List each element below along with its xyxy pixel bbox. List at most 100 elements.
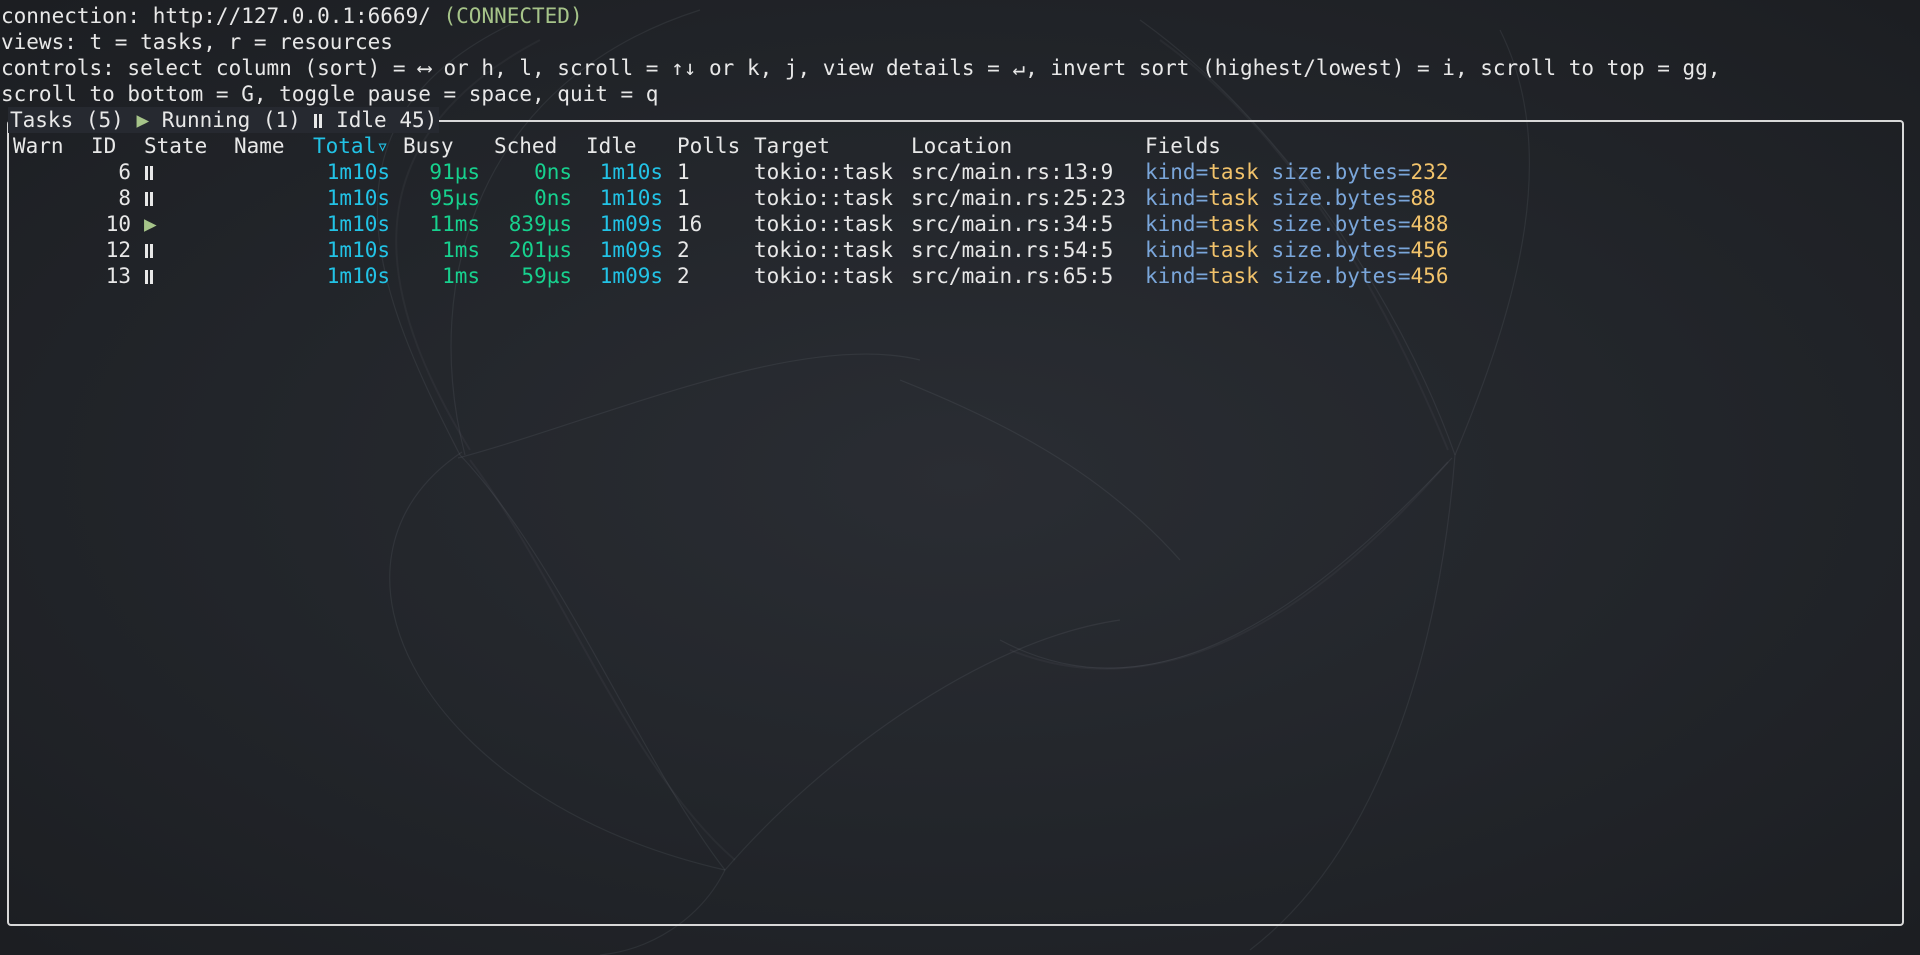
task-busy: 11ms xyxy=(429,212,480,236)
col-state[interactable]: State xyxy=(144,133,207,159)
field-kind-value: task xyxy=(1208,264,1259,288)
task-sched: 201µs xyxy=(508,238,572,262)
col-target[interactable]: Target xyxy=(754,133,830,159)
task-target: tokio::task xyxy=(754,212,894,236)
task-location: src/main.rs:34:5 xyxy=(911,212,1114,236)
running-state-icon: ▶ xyxy=(144,212,157,236)
connection-status: (CONNECTED) xyxy=(443,4,583,28)
field-kind-value: task xyxy=(1208,160,1259,184)
task-fields: kind=task size.bytes=488 xyxy=(1145,211,1448,237)
paused-state-icon xyxy=(144,270,154,284)
task-polls: 1 xyxy=(677,186,690,210)
task-total: 1m10s xyxy=(326,264,390,288)
views-line: views: t = tasks, r = resources xyxy=(1,30,393,54)
task-sched: 59µs xyxy=(521,264,572,288)
col-name[interactable]: Name xyxy=(234,133,285,159)
field-size-key: size.bytes= xyxy=(1271,264,1411,288)
field-kind-key: kind= xyxy=(1145,212,1209,236)
task-id: 8 xyxy=(118,186,131,210)
task-state xyxy=(144,185,154,211)
table-header: Warn ID State Name Total▿ Busy Sched Idl… xyxy=(13,133,1221,159)
field-kind-key: kind= xyxy=(1145,186,1209,210)
task-polls: 16 xyxy=(677,212,703,236)
task-total: 1m10s xyxy=(326,238,390,262)
task-idle: 1m09s xyxy=(599,264,663,288)
task-location: src/main.rs:13:9 xyxy=(911,160,1114,184)
paused-state-icon xyxy=(144,192,154,206)
task-target: tokio::task xyxy=(754,264,894,288)
task-location: src/main.rs:25:23 xyxy=(911,186,1126,210)
field-size-key: size.bytes= xyxy=(1271,186,1411,210)
field-kind-key: kind= xyxy=(1145,238,1209,262)
task-location: src/main.rs:54:5 xyxy=(911,238,1114,262)
field-kind-key: kind= xyxy=(1145,264,1209,288)
idle-count-label: Idle 45) xyxy=(323,108,438,132)
task-sched: 0ns xyxy=(534,186,572,210)
col-warn[interactable]: Warn xyxy=(13,133,64,159)
field-kind-value: task xyxy=(1208,238,1259,262)
field-kind-key: kind= xyxy=(1145,160,1209,184)
field-size-value: 232 xyxy=(1410,160,1449,184)
tasks-count-label: Tasks (5) xyxy=(10,108,137,132)
tasks-panel-title: Tasks (5) ▶ Running (1) Idle 45) xyxy=(8,107,440,133)
idle-pause-icon xyxy=(313,114,323,128)
task-polls: 2 xyxy=(677,238,690,262)
running-count-label: Running (1) xyxy=(149,108,314,132)
col-location[interactable]: Location xyxy=(911,133,1012,159)
field-kind-value: task xyxy=(1208,212,1259,236)
col-fields[interactable]: Fields xyxy=(1145,133,1221,159)
task-polls: 2 xyxy=(677,264,690,288)
running-play-icon: ▶ xyxy=(136,108,150,132)
task-id: 10 xyxy=(105,212,131,236)
task-fields: kind=task size.bytes=456 xyxy=(1145,237,1448,263)
controls-line-1: controls: select column (sort) = ⟷ or h,… xyxy=(1,56,1721,80)
col-id[interactable]: ID xyxy=(91,133,116,159)
task-sched: 839µs xyxy=(508,212,572,236)
task-idle: 1m09s xyxy=(599,238,663,262)
connection-line: connection: http://127.0.0.1:6669/ (CONN… xyxy=(1,3,583,29)
task-polls: 1 xyxy=(677,160,690,184)
paused-state-icon xyxy=(144,244,154,258)
task-fields: kind=task size.bytes=456 xyxy=(1145,263,1448,289)
task-location: src/main.rs:65:5 xyxy=(911,264,1114,288)
col-idle[interactable]: Idle xyxy=(586,133,637,159)
col-sched[interactable]: Sched xyxy=(494,133,557,159)
task-idle: 1m10s xyxy=(599,160,663,184)
connection-label: connection: http://127.0.0.1:6669/ xyxy=(1,4,444,28)
task-idle: 1m10s xyxy=(599,186,663,210)
task-state: ▶ xyxy=(144,211,157,237)
col-total-sorted[interactable]: Total▿ xyxy=(313,133,389,159)
field-size-key: size.bytes= xyxy=(1271,212,1411,236)
col-polls[interactable]: Polls xyxy=(677,133,740,159)
task-target: tokio::task xyxy=(754,160,894,184)
paused-state-icon xyxy=(144,166,154,180)
task-id: 6 xyxy=(118,160,131,184)
task-total: 1m10s xyxy=(326,186,390,210)
field-size-value: 88 xyxy=(1410,186,1436,210)
field-size-value: 456 xyxy=(1410,238,1449,262)
task-fields: kind=task size.bytes=232 xyxy=(1145,159,1448,185)
task-fields: kind=task size.bytes=88 xyxy=(1145,185,1436,211)
controls-line-2: scroll to bottom = G, toggle pause = spa… xyxy=(1,82,659,106)
task-idle: 1m09s xyxy=(599,212,663,236)
task-state xyxy=(144,159,154,185)
field-kind-value: task xyxy=(1208,186,1259,210)
task-busy: 95µs xyxy=(429,186,480,210)
field-size-key: size.bytes= xyxy=(1271,160,1411,184)
task-target: tokio::task xyxy=(754,186,894,210)
task-total: 1m10s xyxy=(326,212,390,236)
task-busy: 91µs xyxy=(429,160,480,184)
field-size-key: size.bytes= xyxy=(1271,238,1411,262)
task-id: 13 xyxy=(105,264,131,288)
col-busy[interactable]: Busy xyxy=(403,133,454,159)
task-busy: 1ms xyxy=(442,238,480,262)
task-busy: 1ms xyxy=(442,264,480,288)
task-state xyxy=(144,263,154,289)
field-size-value: 456 xyxy=(1410,264,1449,288)
task-target: tokio::task xyxy=(754,238,894,262)
task-sched: 0ns xyxy=(534,160,572,184)
task-total: 1m10s xyxy=(326,160,390,184)
task-state xyxy=(144,237,154,263)
field-size-value: 488 xyxy=(1410,212,1449,236)
task-id: 12 xyxy=(105,238,131,262)
